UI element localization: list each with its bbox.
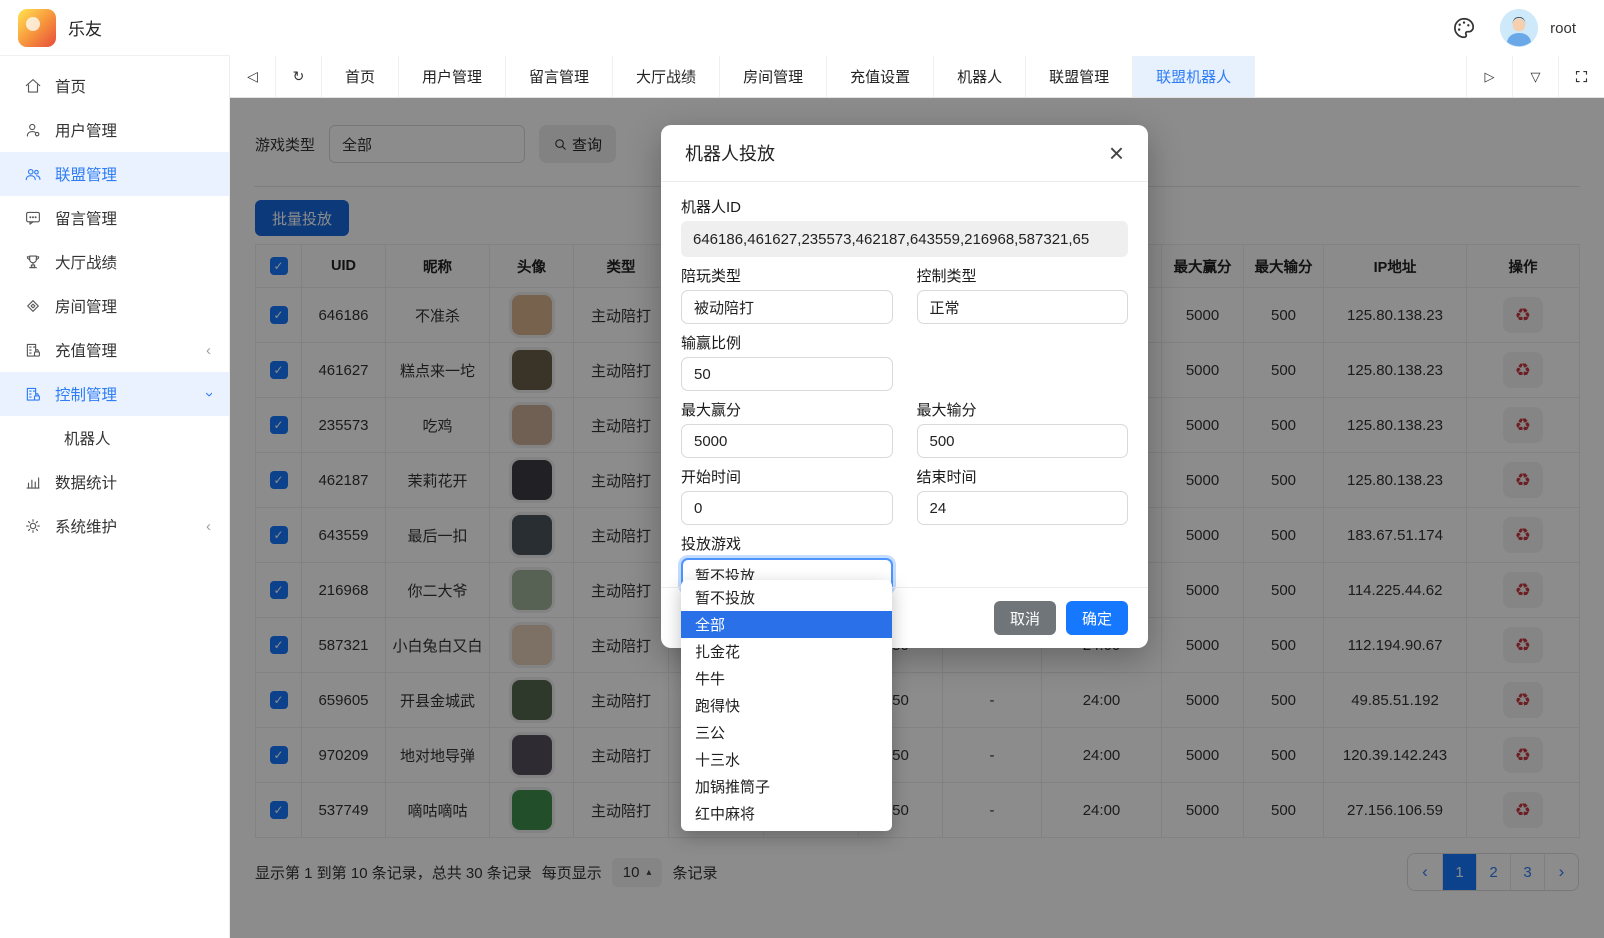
app-logo-icon [18, 9, 56, 47]
content-pane: 游戏类型 查询 批量投放 ✓UID昵称头像类型最大赢分最大输分IP地址操作 ✓6… [230, 98, 1604, 938]
max-win-input[interactable] [681, 424, 893, 458]
sidebar-item-recharge[interactable]: 充值管理 ‹ [0, 328, 229, 372]
avatar[interactable] [1500, 9, 1538, 47]
trophy-icon [24, 253, 42, 271]
tab-messages[interactable]: 留言管理 [506, 56, 613, 97]
sidebar-item-label: 首页 [55, 75, 86, 97]
control-icon [24, 385, 42, 403]
palette-icon[interactable] [1450, 14, 1478, 42]
tab-refresh-icon[interactable]: ↻ [276, 56, 322, 97]
max-lose-input[interactable] [917, 424, 1129, 458]
sidebar-item-label: 机器人 [64, 427, 111, 449]
sidebar-item-users[interactable]: 用户管理 [0, 108, 229, 152]
max-lose-label: 最大输分 [917, 399, 1129, 420]
dropdown-option[interactable]: 十三水 [681, 746, 892, 773]
diamond-icon [24, 297, 42, 315]
message-icon [24, 209, 42, 227]
sidebar-item-control[interactable]: 控制管理 ‹ [0, 372, 229, 416]
tab-back-icon[interactable]: ◁ [230, 56, 276, 97]
tab-more-icon[interactable]: ▽ [1512, 56, 1558, 97]
start-time-input[interactable] [681, 491, 893, 525]
tab-hall-record[interactable]: 大厅战绩 [613, 56, 720, 97]
sidebar-item-label: 房间管理 [55, 295, 117, 317]
robot-id-label: 机器人ID [681, 196, 1128, 217]
tabbar: ◁ ↻ 首页用户管理留言管理大厅战绩房间管理充值设置机器人联盟管理联盟机器人 ▷… [230, 56, 1604, 98]
dropdown-option[interactable]: 红中麻将 [681, 800, 892, 827]
sidebar-item-label: 用户管理 [55, 119, 117, 141]
chevron-icon: ‹ [200, 392, 217, 397]
end-time-label: 结束时间 [917, 466, 1129, 487]
sidebar-item-label: 留言管理 [55, 207, 117, 229]
chart-icon [24, 473, 42, 491]
dropdown-option[interactable]: 加锅推筒子 [681, 773, 892, 800]
sidebar-item-messages[interactable]: 留言管理 [0, 196, 229, 240]
tab-users[interactable]: 用户管理 [399, 56, 506, 97]
tab-forward-icon[interactable]: ▷ [1466, 56, 1512, 97]
dropdown-option[interactable]: 扎金花 [681, 638, 892, 665]
username[interactable]: root [1550, 20, 1576, 37]
sidebar-item-label: 大厅战绩 [55, 251, 117, 273]
bank-icon [24, 341, 42, 359]
gear-icon [24, 517, 42, 535]
win-ratio-label: 输赢比例 [681, 332, 893, 353]
dropdown-option[interactable]: 牛牛 [681, 665, 892, 692]
sidebar-item-maintenance[interactable]: 系统维护 ‹ [0, 504, 229, 548]
tab-rooms[interactable]: 房间管理 [720, 56, 827, 97]
sidebar: 首页用户管理联盟管理留言管理大厅战绩房间管理充值管理 ‹ 控制管理 ‹ 机器人数据统计系… [0, 56, 230, 938]
sidebar-item-robot[interactable]: 机器人 [0, 416, 229, 460]
tab-robot[interactable]: 机器人 [934, 56, 1026, 97]
dropdown-option[interactable]: 暂不投放 [681, 584, 892, 611]
sidebar-item-home[interactable]: 首页 [0, 64, 229, 108]
game-dropdown: 暂不投放全部扎金花牛牛跑得快三公十三水加锅推筒子红中麻将 [681, 580, 892, 831]
sidebar-item-label: 控制管理 [55, 383, 117, 405]
play-type-input[interactable] [681, 290, 893, 324]
cancel-button[interactable]: 取消 [994, 601, 1056, 635]
brand: 乐友 [0, 0, 230, 56]
chevron-icon: ‹ [206, 518, 211, 535]
tab-union-robot[interactable]: 联盟机器人 [1133, 56, 1255, 97]
home-icon [24, 77, 42, 95]
users-icon [24, 165, 42, 183]
robot-dispatch-modal: 机器人投放 × 机器人ID 陪玩类型 控制类型 输赢比例 [661, 125, 1148, 648]
user-icon [24, 121, 42, 139]
end-time-input[interactable] [917, 491, 1129, 525]
chevron-icon: ‹ [206, 342, 211, 359]
sidebar-item-label: 充值管理 [55, 339, 117, 361]
sidebar-item-rooms[interactable]: 房间管理 [0, 284, 229, 328]
tab-union[interactable]: 联盟管理 [1026, 56, 1133, 97]
sidebar-item-label: 系统维护 [55, 515, 117, 537]
confirm-button[interactable]: 确定 [1066, 601, 1128, 635]
win-ratio-input[interactable] [681, 357, 893, 391]
close-icon[interactable]: × [1109, 140, 1124, 166]
play-type-label: 陪玩类型 [681, 265, 893, 286]
modal-title: 机器人投放 [685, 140, 775, 166]
sidebar-item-union[interactable]: 联盟管理 [0, 152, 229, 196]
dispatch-game-label: 投放游戏 [681, 533, 893, 554]
dropdown-option[interactable]: 全部 [681, 611, 892, 638]
sidebar-item-stats[interactable]: 数据统计 [0, 460, 229, 504]
dropdown-option[interactable]: 跑得快 [681, 692, 892, 719]
control-type-label: 控制类型 [917, 265, 1129, 286]
sidebar-item-label: 数据统计 [55, 471, 117, 493]
app-name: 乐友 [68, 15, 102, 40]
robot-id-input[interactable] [681, 221, 1128, 257]
start-time-label: 开始时间 [681, 466, 893, 487]
fullscreen-icon[interactable] [1558, 56, 1604, 97]
tab-home[interactable]: 首页 [322, 56, 399, 97]
control-type-input[interactable] [917, 290, 1129, 324]
dropdown-option[interactable]: 三公 [681, 719, 892, 746]
sidebar-item-hall-record[interactable]: 大厅战绩 [0, 240, 229, 284]
tab-recharge-settings[interactable]: 充值设置 [827, 56, 934, 97]
topbar: 乐友 root [0, 0, 1604, 56]
sidebar-item-label: 联盟管理 [55, 163, 117, 185]
max-win-label: 最大赢分 [681, 399, 893, 420]
